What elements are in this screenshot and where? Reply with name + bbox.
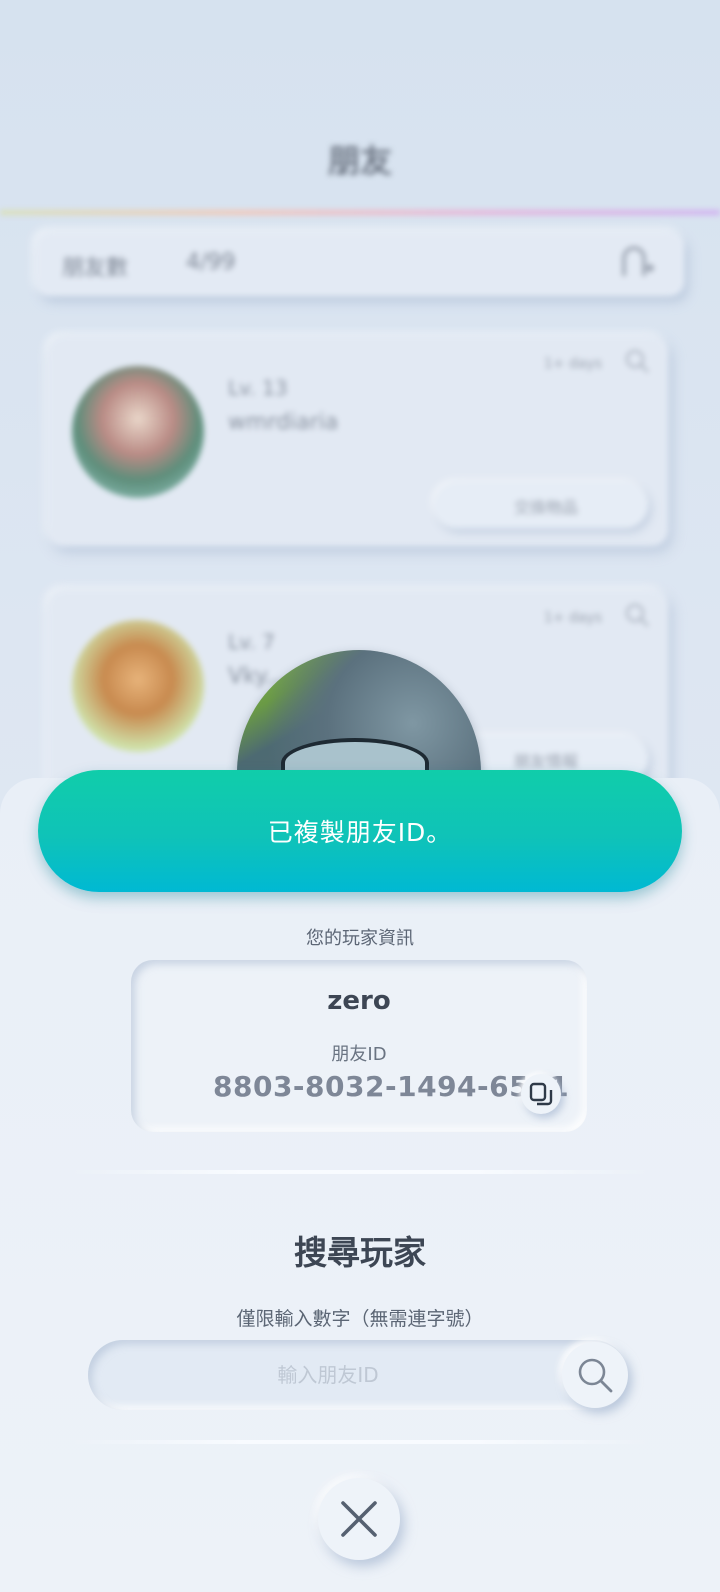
player-info-card: zero 朋友ID 8803-8032-1494-6501 xyxy=(131,960,587,1132)
player-name: zero xyxy=(327,986,391,1016)
friend-count-bar: 朋友數 4/99 xyxy=(36,232,684,296)
friend-count-label: 朋友數 xyxy=(62,256,129,281)
friend-avatar xyxy=(72,366,204,498)
background-page-title: 朋友 xyxy=(327,142,392,180)
friend-count-value: 4/99 xyxy=(186,250,236,275)
section-divider xyxy=(70,1170,650,1174)
close-button[interactable] xyxy=(318,1478,400,1560)
close-icon xyxy=(341,1501,377,1537)
friend-id-search-field xyxy=(88,1340,628,1410)
friend-id-label: 朋友ID xyxy=(331,1044,387,1065)
friend-avatar xyxy=(72,620,204,752)
friend-id-input[interactable] xyxy=(88,1340,568,1410)
search-players-title: 搜尋玩家 xyxy=(294,1233,426,1272)
search-button[interactable] xyxy=(562,1342,628,1408)
header-rainbow-divider xyxy=(0,210,720,215)
player-info-label: 您的玩家資訊 xyxy=(306,928,414,949)
friend-action-label: 朋友情報 xyxy=(514,752,579,771)
friend-last-seen: 1+ days xyxy=(543,356,602,372)
search-icon xyxy=(626,350,649,373)
friend-level: Lv. 13 xyxy=(228,376,288,400)
toast-message: 已複製朋友ID。 xyxy=(267,818,453,847)
section-divider xyxy=(70,1440,650,1444)
friend-level: Lv. 7 xyxy=(228,630,275,654)
friend-action-button: 交換物品 xyxy=(434,482,648,528)
search-icon xyxy=(626,604,649,627)
search-hint: 僅限輸入數字（無需連字號） xyxy=(236,1308,484,1330)
copy-icon xyxy=(529,1082,553,1106)
search-icon xyxy=(578,1358,613,1393)
copied-toast: 已複製朋友ID。 xyxy=(38,770,682,892)
friend-action-label: 交換物品 xyxy=(514,498,579,517)
add-friend-icon xyxy=(622,246,654,276)
copy-friend-id-button[interactable] xyxy=(521,1074,561,1114)
friend-id-value: 8803-8032-1494-6501 xyxy=(213,1070,570,1103)
friend-name: wmrdiaria xyxy=(228,410,339,435)
friend-last-seen: 1+ days xyxy=(543,610,602,626)
friend-card: Lv. 13 wmrdiaria 1+ days 交換物品 xyxy=(48,336,668,546)
player-info-sheet xyxy=(0,778,720,1592)
